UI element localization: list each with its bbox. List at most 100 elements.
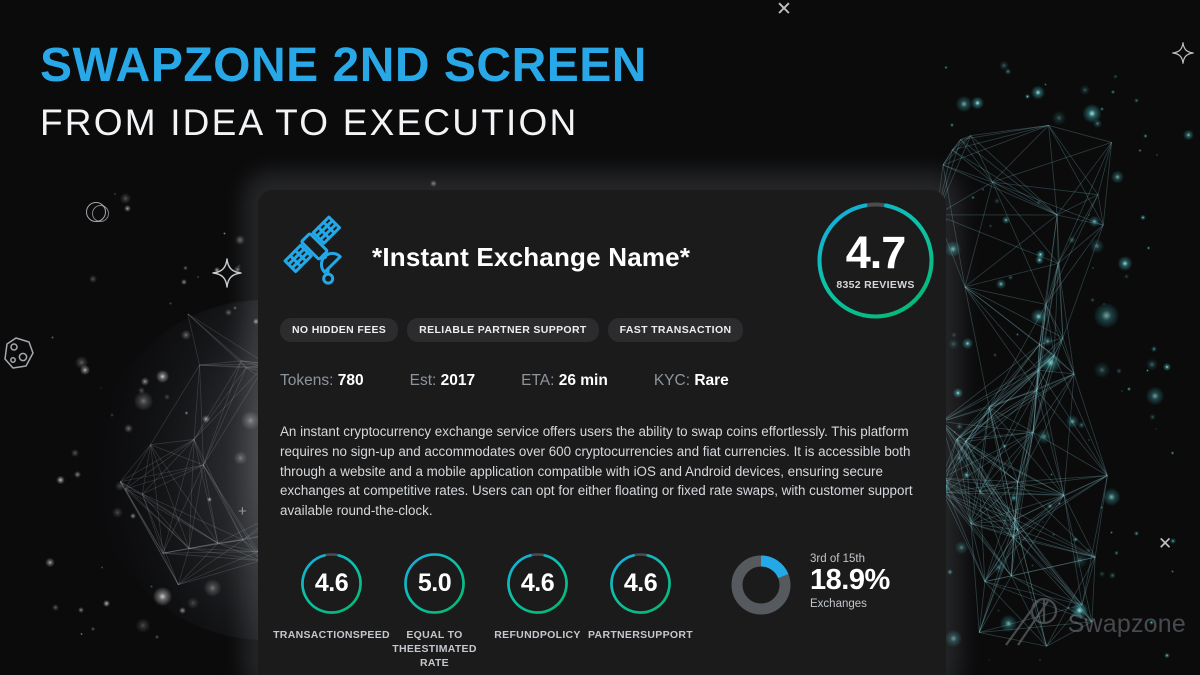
star [1093, 361, 1111, 379]
stats-row: Tokens: 780 Est: 2017 ETA: 26 min KYC: Rare [280, 372, 924, 390]
star [1147, 246, 1151, 250]
star [135, 618, 150, 633]
star [1111, 170, 1124, 184]
metric-item: 4.6 TRANSACTIONSPEED [273, 550, 390, 671]
star [1170, 450, 1175, 455]
headline-block: SWAPZONE 2ND SCREEN FROM IDEA TO EXECUTI… [40, 39, 647, 142]
star [1001, 215, 1010, 225]
star [1138, 148, 1142, 153]
star [178, 606, 187, 615]
star [155, 370, 169, 383]
asteroid-icon [2, 335, 36, 376]
star [1082, 104, 1102, 123]
star [56, 475, 66, 485]
star [1169, 538, 1176, 545]
star [119, 192, 131, 204]
market-share-block: 3rd of 15th 18.9% Exchanges [728, 552, 890, 618]
star [1145, 369, 1150, 373]
feature-badge: RELIABLE PARTNER SUPPORT [407, 318, 599, 342]
star [1155, 427, 1158, 430]
exchange-name: *Instant Exchange Name* [372, 242, 691, 272]
star [1164, 652, 1170, 659]
star [1087, 213, 1090, 216]
star [993, 352, 997, 357]
metric-label: PARTNERSUPPORT [588, 629, 693, 642]
star [154, 634, 159, 639]
x-sparkle-icon: ✕ [776, 0, 792, 20]
metrics-row: 4.6 TRANSACTIONSPEED 5.0 EQUAL TO THEESTIMA… [273, 550, 924, 671]
star [109, 413, 114, 418]
star [140, 377, 150, 386]
x-sparkle-icon: ✕ [1158, 534, 1173, 553]
star [1052, 532, 1056, 536]
stat-value: Rare [694, 372, 729, 389]
star [1120, 389, 1124, 393]
star [971, 96, 984, 110]
metric-label: EQUAL TO THEESTIMATED RATE [392, 629, 477, 670]
star [134, 391, 154, 411]
star [987, 658, 990, 661]
star [1035, 249, 1045, 259]
moon-icon [86, 202, 109, 222]
metric-value: 4.6 [314, 569, 349, 598]
metric-label: REFUNDPOLICY [494, 629, 581, 642]
star [1036, 200, 1042, 205]
star [1036, 429, 1052, 444]
star [224, 309, 233, 317]
star [1039, 352, 1061, 374]
star [1002, 466, 1007, 470]
feature-badge: FAST TRANSACTION [607, 318, 744, 342]
metric-item: 4.6 REFUNDPOLICY [486, 550, 589, 671]
star [51, 336, 54, 339]
star [80, 365, 90, 375]
star [966, 457, 970, 460]
star [1043, 82, 1047, 86]
star [993, 198, 1001, 205]
star [956, 95, 973, 112]
metric-value: 4.6 [520, 569, 555, 598]
feature-badge: NO HIDDEN FEES [280, 318, 399, 342]
star [973, 454, 976, 457]
star [1091, 266, 1095, 269]
metric-item: 5.0 EQUAL TO THEESTIMATED RATE [383, 550, 486, 671]
star [1089, 216, 1100, 227]
star [1067, 236, 1077, 245]
star [1146, 359, 1158, 371]
star [1031, 309, 1046, 324]
star [164, 394, 170, 400]
star [999, 60, 1009, 71]
star [1093, 302, 1119, 328]
star [1103, 302, 1106, 305]
star [91, 627, 96, 632]
star [237, 263, 241, 268]
star [222, 231, 227, 236]
swapzone-watermark: Swapzone [1004, 595, 1186, 653]
star [80, 632, 83, 636]
stat-item: Est: 2017 [410, 372, 476, 390]
star [1016, 333, 1019, 337]
star [114, 480, 126, 492]
star [1090, 297, 1095, 303]
star [1089, 238, 1105, 254]
star [100, 386, 103, 389]
star [51, 604, 59, 612]
star [1071, 552, 1088, 568]
star [1025, 93, 1031, 99]
star [203, 579, 222, 597]
headline-primary: SWAPZONE 2ND SCREEN [40, 39, 647, 92]
metric-value: 5.0 [417, 569, 452, 598]
star [112, 507, 123, 519]
star [130, 512, 137, 519]
star [1035, 255, 1045, 265]
star [1077, 421, 1086, 430]
swapzone-logo-icon [1004, 597, 1057, 646]
star [1155, 154, 1158, 157]
star [1042, 335, 1054, 347]
star [981, 188, 985, 191]
star [1004, 68, 1012, 75]
star [1124, 274, 1129, 279]
slide-canvas: ✕ ✕ + SWAPZONE 2ND SCREEN FROM IDEA TO E… [0, 0, 1200, 675]
star [988, 224, 993, 228]
satellite-icon [280, 212, 358, 290]
star [975, 496, 978, 499]
